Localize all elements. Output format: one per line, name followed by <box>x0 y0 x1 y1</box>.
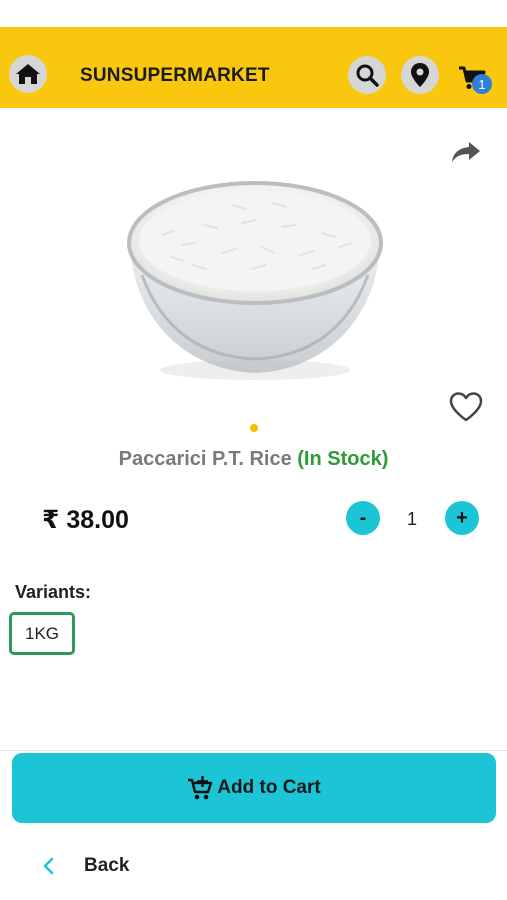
quantity-value: 1 <box>406 509 417 529</box>
share-button[interactable] <box>448 136 484 168</box>
brand-title: SUNSUPERMARKET <box>80 65 270 86</box>
cart-plus-icon <box>188 776 213 800</box>
heart-icon <box>449 392 483 422</box>
app-header: SUNSUPERMARKET 1 <box>0 27 507 108</box>
search-icon <box>356 64 379 87</box>
back-label: Back <box>84 855 130 876</box>
back-button[interactable]: Back <box>36 848 176 884</box>
product-image <box>122 165 388 385</box>
chevron-left-icon <box>36 856 60 876</box>
share-icon <box>452 142 480 162</box>
add-to-cart-label: Add to Cart <box>217 777 321 798</box>
variant-option-1kg[interactable]: 1KG <box>9 612 75 655</box>
location-pin-icon <box>411 63 429 87</box>
footer-divider <box>0 750 507 751</box>
add-to-cart-button[interactable]: Add to Cart <box>12 753 496 823</box>
product-price: ₹ 38.00 <box>42 506 129 534</box>
status-bar-area <box>0 0 507 27</box>
home-icon <box>16 64 40 84</box>
product-title-row: Paccarici P.T. Rice (In Stock) <box>0 448 507 471</box>
quantity-increment-button[interactable]: + <box>445 501 479 535</box>
wishlist-button[interactable] <box>446 388 486 426</box>
stock-status: (In Stock) <box>297 448 389 470</box>
product-name: Paccarici P.T. Rice <box>118 448 292 470</box>
variants-label: Variants: <box>15 582 92 602</box>
location-button[interactable] <box>401 56 439 94</box>
search-button[interactable] <box>348 56 386 94</box>
home-button[interactable] <box>9 55 47 93</box>
quantity-decrement-button[interactable]: - <box>346 501 380 535</box>
cart-count-badge: 1 <box>472 74 492 94</box>
rice-bowl-image <box>127 181 383 380</box>
carousel-indicator-dot[interactable] <box>250 424 258 432</box>
